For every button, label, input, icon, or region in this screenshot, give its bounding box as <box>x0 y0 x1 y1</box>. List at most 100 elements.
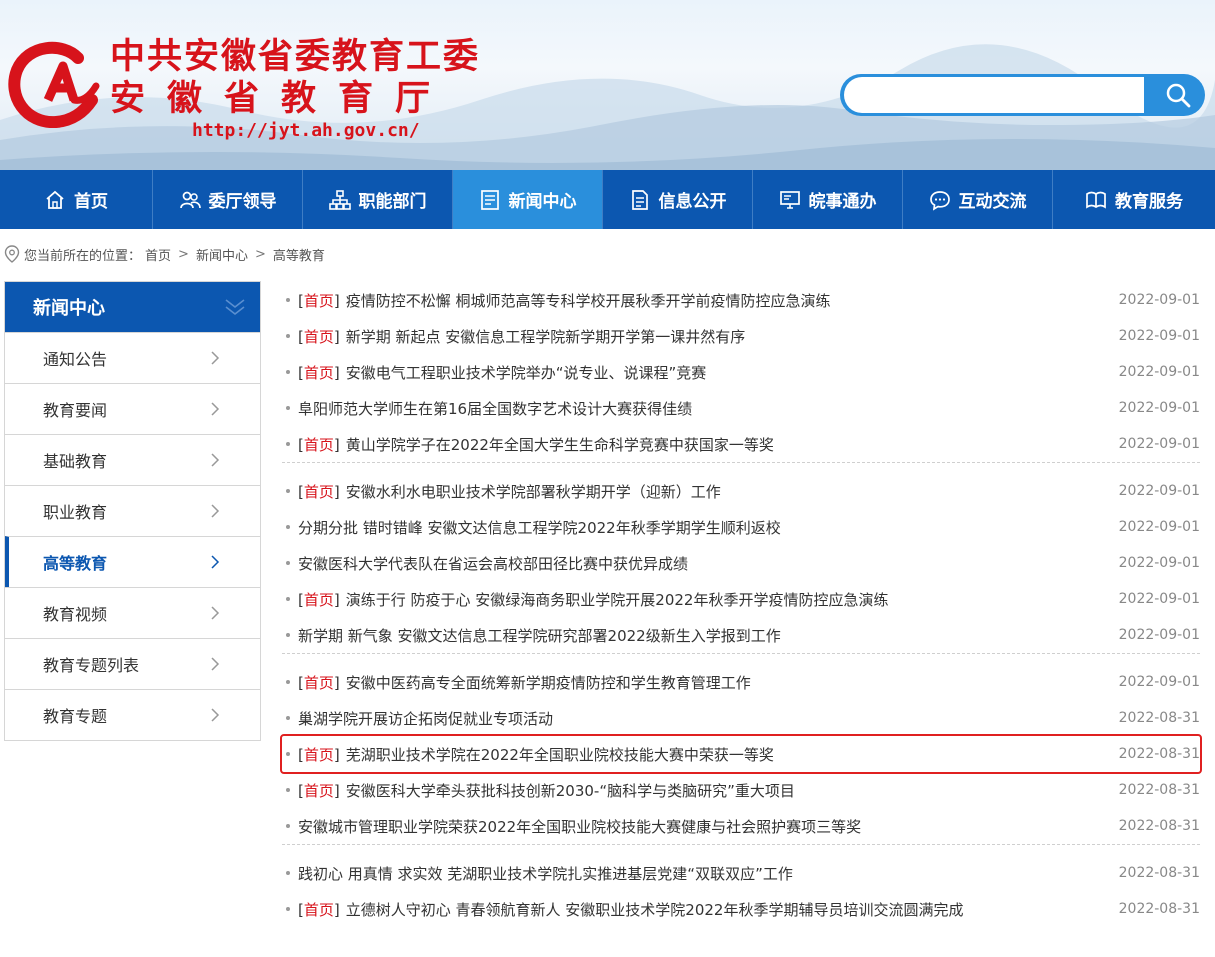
nav-label: 新闻中心 <box>508 192 577 212</box>
sidebar: 新闻中心 通知公告 教育要闻 基础教育 职业教育 高等教育 教育视频 教育专题列表 教育专题 <box>4 281 261 741</box>
news-row[interactable]: [首页] 安徽医科大学牵头获批科技创新2030-“脑科学与类脑研究”重大项目 202… <box>282 772 1200 808</box>
news-title[interactable]: 疫情防控不松懈 桐城师范高等专科学校开展秋季开学前疫情防控应急演练 <box>346 290 831 311</box>
nav-item-interaction[interactable]: 互动交流 <box>903 170 1053 229</box>
sidebar-item[interactable]: 教育要闻 <box>5 383 260 434</box>
news-tag-label: 首页 <box>303 363 334 382</box>
bracket: ] <box>333 590 340 609</box>
chevron-right-icon <box>211 606 220 620</box>
news-tag[interactable]: [首页] <box>298 672 340 693</box>
news-title[interactable]: 安徽水利水电职业技术学院部署秋学期开学（迎新）工作 <box>346 481 721 502</box>
news-tag[interactable]: [首页] <box>298 780 340 801</box>
chevron-right-icon <box>211 708 220 722</box>
news-tag[interactable]: [首页] <box>298 899 340 920</box>
search-icon <box>1166 83 1190 108</box>
news-tag[interactable]: [首页] <box>298 589 340 610</box>
news-row[interactable]: 分期分批 错时错峰 安徽文达信息工程学院2022年秋季学期学生顺利返校 2022-… <box>282 509 1200 545</box>
news-title[interactable]: 安徽医科大学代表队在省运会高校部田径比赛中获优异成绩 <box>298 553 688 574</box>
sidebar-item[interactable]: 职业教育 <box>5 485 260 536</box>
news-title[interactable]: 安徽中医药高专全面统筹新学期疫情防控和学生教育管理工作 <box>346 672 751 693</box>
news-row[interactable]: 巢湖学院开展访企拓岗促就业专项活动 2022-08-31 <box>282 700 1200 736</box>
news-row-left: 阜阳师范大学师生在第16届全国数字艺术设计大赛获得佳绩 <box>286 398 692 419</box>
news-tag[interactable]: [首页] <box>298 481 340 502</box>
site-title-line1: 中共安徽省委教育工委 <box>110 37 481 77</box>
news-row[interactable]: [首页] 芜湖职业技术学院在2022年全国职业院校技能大赛中荣获一等奖 2022-0… <box>280 734 1202 774</box>
news-title[interactable]: 芜湖职业技术学院在2022年全国职业院校技能大赛中荣获一等奖 <box>346 744 774 765</box>
news-row[interactable]: [首页] 疫情防控不松懈 桐城师范高等专科学校开展秋季开学前疫情防控应急演练 202… <box>282 282 1200 318</box>
sidebar-item[interactable]: 基础教育 <box>5 434 260 485</box>
news-tag[interactable]: [首页] <box>298 434 340 455</box>
sidebar-item[interactable]: 教育视频 <box>5 587 260 638</box>
news-title[interactable]: 阜阳师范大学师生在第16届全国数字艺术设计大赛获得佳绩 <box>298 398 692 419</box>
news-tag[interactable]: [首页] <box>298 744 340 765</box>
news-title[interactable]: 巢湖学院开展访企拓岗促就业专项活动 <box>298 708 553 729</box>
nav-item-departments[interactable]: 职能部门 <box>303 170 453 229</box>
news-row[interactable]: [首页] 立德树人守初心 青春领航育新人 安徽职业技术学院2022年秋季学期辅导员… <box>282 891 1200 927</box>
news-title[interactable]: 安徽医科大学牵头获批科技创新2030-“脑科学与类脑研究”重大项目 <box>346 780 795 801</box>
news-row-left: 安徽城市管理职业学院荣获2022年全国职业院校技能大赛健康与社会照护赛项三等奖 <box>286 816 861 837</box>
search-button[interactable] <box>1150 74 1205 116</box>
breadcrumb-home[interactable]: 首页 <box>145 245 171 264</box>
news-title[interactable]: 新学期 新起点 安徽信息工程学院新学期开学第一课井然有序 <box>346 326 746 347</box>
news-title[interactable]: 践初心 用真情 求实效 芜湖职业技术学院扎实推进基层党建“双联双应”工作 <box>298 863 793 884</box>
sidebar-item-label: 职业教育 <box>43 503 108 522</box>
news-title[interactable]: 立德树人守初心 青春领航育新人 安徽职业技术学院2022年秋季学期辅导员培训交流… <box>346 899 964 920</box>
news-row[interactable]: [首页] 黄山学院学子在2022年全国大学生生命科学竞赛中获国家一等奖 2022-0… <box>282 426 1200 462</box>
nav-item-leaders[interactable]: 委厅领导 <box>153 170 303 229</box>
news-row[interactable]: [首页] 演练于行 防疫于心 安徽绿海商务职业学院开展2022年秋季开学疫情防控应… <box>282 581 1200 617</box>
sidebar-item[interactable]: 教育专题列表 <box>5 638 260 689</box>
news-row[interactable]: 安徽医科大学代表队在省运会高校部田径比赛中获优异成绩 2022-09-01 <box>282 545 1200 581</box>
breadcrumb-news-center[interactable]: 新闻中心 <box>196 245 248 264</box>
bracket: ] <box>333 291 340 310</box>
news-tag[interactable]: [首页] <box>298 290 340 311</box>
news-icon <box>480 189 499 210</box>
bullet-icon <box>286 561 290 565</box>
news-row-left: [首页] 黄山学院学子在2022年全国大学生生命科学竞赛中获国家一等奖 <box>286 434 774 455</box>
breadcrumb-higher-education[interactable]: 高等教育 <box>273 245 325 264</box>
news-row[interactable]: 阜阳师范大学师生在第16届全国数字艺术设计大赛获得佳绩 2022-09-01 <box>282 390 1200 426</box>
news-tag-label: 首页 <box>303 745 334 764</box>
news-title[interactable]: 新学期 新气象 安徽文达信息工程学院研究部署2022级新生入学报到工作 <box>298 625 781 646</box>
news-tag-label: 首页 <box>303 900 334 919</box>
news-row[interactable]: 新学期 新气象 安徽文达信息工程学院研究部署2022级新生入学报到工作 2022-… <box>282 617 1200 653</box>
news-row[interactable]: [首页] 安徽水利水电职业技术学院部署秋学期开学（迎新）工作 2022-09-01 <box>282 473 1200 509</box>
nav-label: 职能部门 <box>358 192 427 212</box>
bracket: ] <box>333 363 340 382</box>
bracket: ] <box>333 781 340 800</box>
news-tag[interactable]: [首页] <box>298 362 340 383</box>
news-date: 2022-08-31 <box>1118 782 1200 798</box>
bullet-icon <box>286 298 290 302</box>
search-input[interactable] <box>844 77 1144 113</box>
nav-item-news[interactable]: 新闻中心 <box>453 170 603 229</box>
news-row[interactable]: [首页] 安徽中医药高专全面统筹新学期疫情防控和学生教育管理工作 2022-09-0… <box>282 664 1200 700</box>
news-title[interactable]: 演练于行 防疫于心 安徽绿海商务职业学院开展2022年秋季开学疫情防控应急演练 <box>346 589 889 610</box>
nav-item-home[interactable]: 首页 <box>0 170 153 229</box>
news-tag[interactable]: [首页] <box>298 326 340 347</box>
news-title[interactable]: 分期分批 错时错峰 安徽文达信息工程学院2022年秋季学期学生顺利返校 <box>298 517 781 538</box>
nav-item-services[interactable]: 皖事通办 <box>753 170 903 229</box>
nav-item-edu-service[interactable]: 教育服务 <box>1053 170 1215 229</box>
news-date: 2022-09-01 <box>1118 519 1200 535</box>
news-title[interactable]: 安徽电气工程职业技术学院举办“说专业、说课程”竞赛 <box>346 362 707 383</box>
news-date: 2022-09-01 <box>1118 436 1200 452</box>
news-title[interactable]: 安徽城市管理职业学院荣获2022年全国职业院校技能大赛健康与社会照护赛项三等奖 <box>298 816 861 837</box>
nav-label: 信息公开 <box>658 192 727 212</box>
news-group: 践初心 用真情 求实效 芜湖职业技术学院扎实推进基层党建“双联双应”工作 2022… <box>282 855 1200 927</box>
news-tag-label: 首页 <box>303 590 334 609</box>
news-row[interactable]: [首页] 安徽电气工程职业技术学院举办“说专业、说课程”竞赛 2022-09-01 <box>282 354 1200 390</box>
bullet-icon <box>286 788 290 792</box>
news-tag-label: 首页 <box>303 482 334 501</box>
sidebar-item[interactable]: 高等教育 <box>5 536 260 587</box>
sidebar-item[interactable]: 通知公告 <box>5 332 260 383</box>
news-tag-label: 首页 <box>303 435 334 454</box>
sidebar-item[interactable]: 教育专题 <box>5 689 260 740</box>
news-row[interactable]: [首页] 新学期 新起点 安徽信息工程学院新学期开学第一课井然有序 2022-09-… <box>282 318 1200 354</box>
bracket: ] <box>333 327 340 346</box>
breadcrumb-prefix: 您当前所在的位置： <box>24 248 142 264</box>
nav-item-info[interactable]: 信息公开 <box>603 170 753 229</box>
news-date: 2022-09-01 <box>1118 400 1200 416</box>
news-row[interactable]: 安徽城市管理职业学院荣获2022年全国职业院校技能大赛健康与社会照护赛项三等奖 2… <box>282 808 1200 844</box>
bullet-icon <box>286 525 290 529</box>
news-title[interactable]: 黄山学院学子在2022年全国大学生生命科学竞赛中获国家一等奖 <box>346 434 774 455</box>
news-row[interactable]: 践初心 用真情 求实效 芜湖职业技术学院扎实推进基层党建“双联双应”工作 2022… <box>282 855 1200 891</box>
bullet-icon <box>286 871 290 875</box>
